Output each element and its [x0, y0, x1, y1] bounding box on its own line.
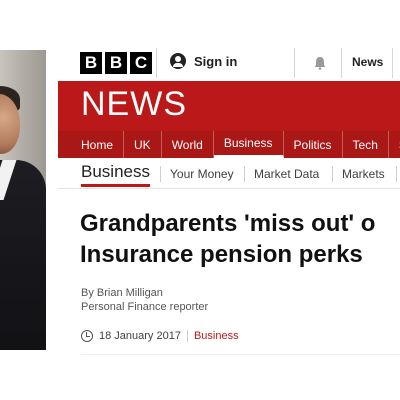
news-masthead-title[interactable]: NEWS: [81, 85, 187, 124]
nav-item-business[interactable]: Business: [213, 131, 284, 158]
bbc-page: B B C Sign in News NEWS Home UK World Bu…: [58, 0, 400, 400]
news-link[interactable]: News: [352, 55, 383, 69]
sign-in-label: Sign in: [194, 53, 238, 69]
logo-letter: B: [105, 52, 127, 74]
reporter-photo: [0, 50, 46, 350]
subnav-item-your-money[interactable]: Your Money: [170, 167, 234, 181]
divider: [294, 48, 295, 78]
divider: [341, 48, 342, 78]
article-headline: Grandparents 'miss out' o Insurance pens…: [80, 208, 400, 270]
nav-item-home[interactable]: Home: [58, 131, 125, 158]
top-bar: B B C Sign in News: [58, 45, 400, 81]
main-nav: Home UK World Business Politics Tech S: [58, 131, 400, 158]
bbc-logo[interactable]: B B C: [80, 52, 152, 74]
logo-letter: B: [80, 52, 102, 74]
user-icon: [170, 53, 186, 69]
headline-line: Grandparents 'miss out' o: [80, 210, 376, 237]
sign-in-button[interactable]: Sign in: [170, 53, 237, 69]
divider: [156, 48, 157, 78]
divider: [332, 166, 333, 182]
section-title[interactable]: Business: [81, 162, 150, 187]
nav-item-truncated[interactable]: S: [389, 131, 400, 158]
bell-icon[interactable]: [313, 56, 327, 70]
author-name: By Brian Milligan: [81, 287, 163, 299]
byline: By Brian Milligan Personal Finance repor…: [81, 286, 208, 314]
divider: [160, 166, 161, 182]
nav-item-politics[interactable]: Politics: [284, 131, 343, 158]
divider: [244, 166, 245, 182]
nav-item-uk[interactable]: UK: [124, 131, 162, 158]
masthead: NEWS Home UK World Business Politics Tec…: [58, 81, 400, 158]
divider: [396, 166, 397, 182]
subnav-item-market-data[interactable]: Market Data: [254, 167, 319, 181]
subnav-item-markets[interactable]: Markets: [342, 167, 385, 181]
clock-icon: [81, 330, 93, 342]
section-subnav: Business Your Money Market Data Markets: [58, 158, 400, 189]
nav-item-world[interactable]: World: [162, 131, 214, 158]
headline-line: Insurance pension perks: [80, 241, 363, 268]
divider: [81, 354, 400, 355]
author-role: Personal Finance reporter: [81, 301, 209, 313]
section-link[interactable]: Business: [194, 330, 239, 342]
nav-item-tech[interactable]: Tech: [343, 131, 389, 158]
divider: [392, 48, 393, 78]
divider: [186, 330, 188, 342]
publish-date: 18 January 2017: [99, 330, 181, 342]
article-meta: 18 January 2017 Business: [81, 330, 239, 342]
logo-letter: C: [130, 52, 152, 74]
